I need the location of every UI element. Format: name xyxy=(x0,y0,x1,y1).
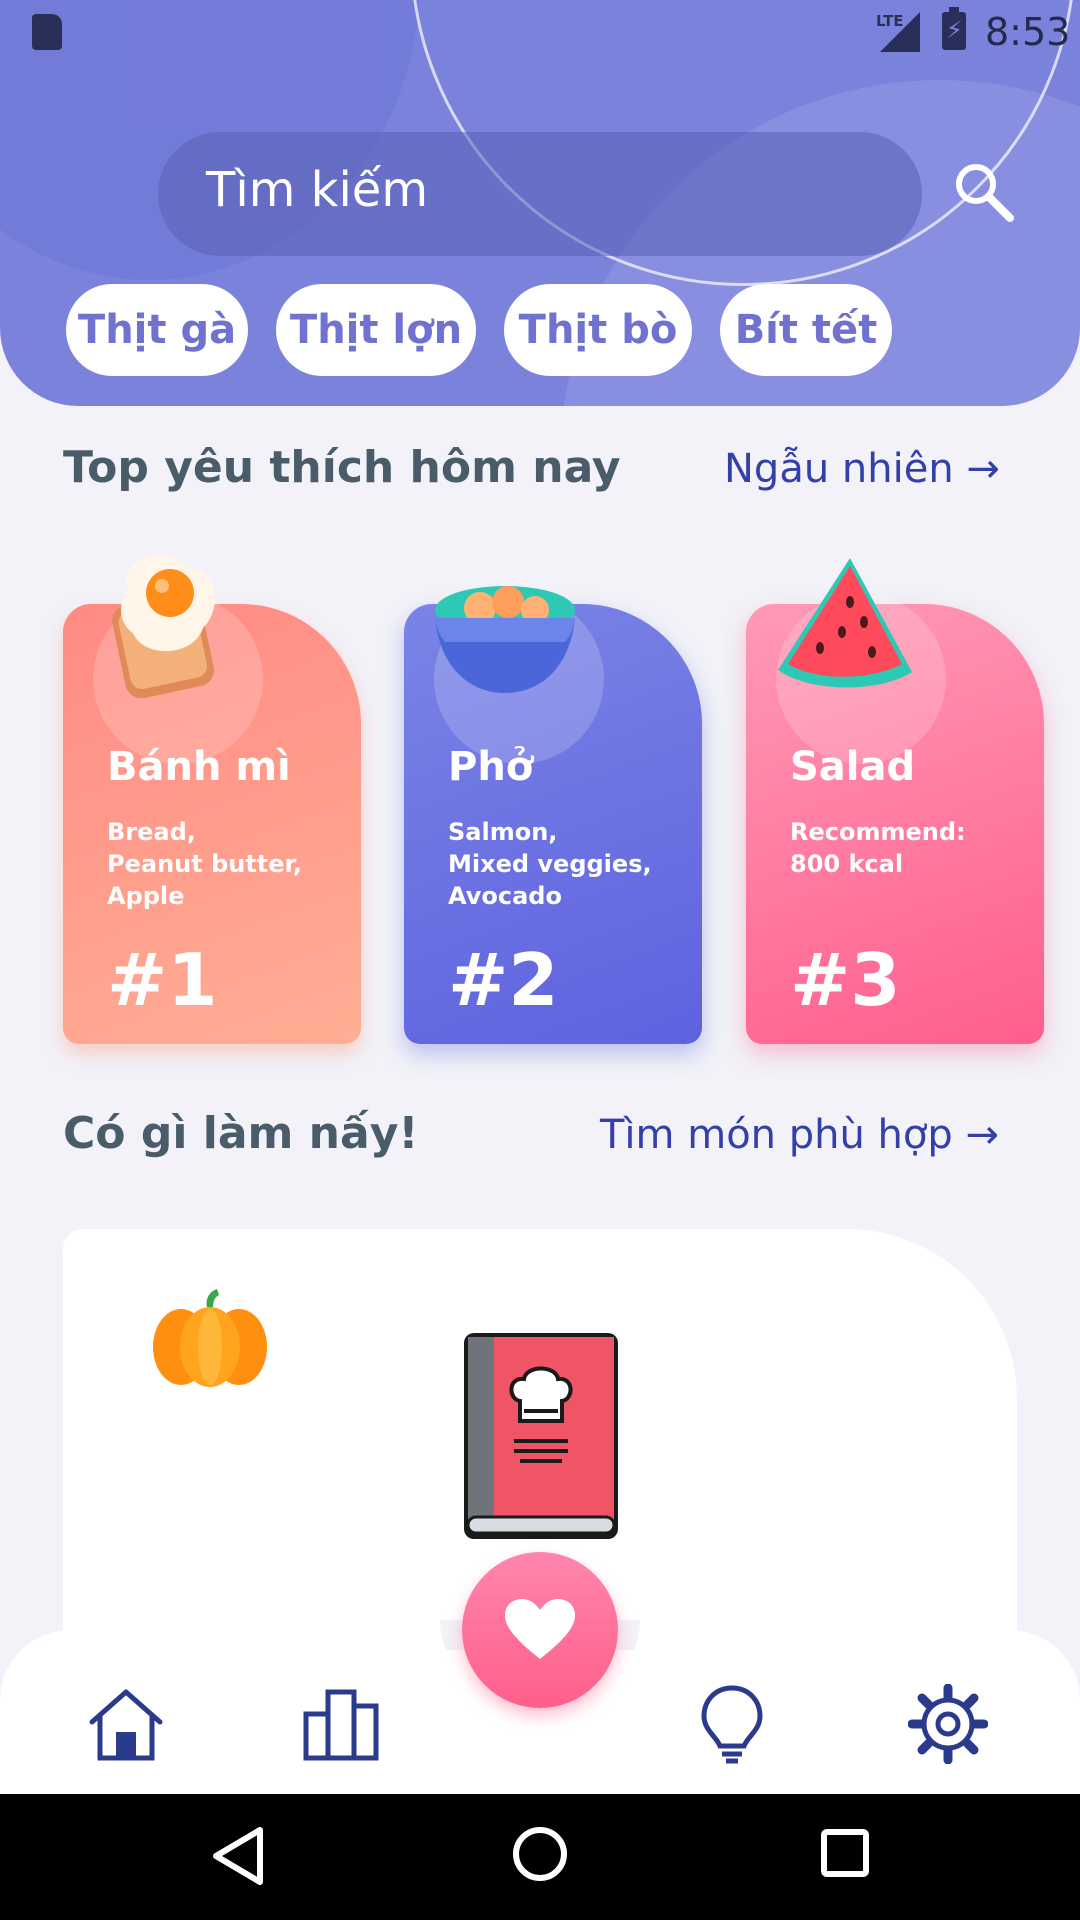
search-input[interactable]: Tìm kiếm xyxy=(158,132,922,256)
status-bar: LTE ⚡ 8:53 xyxy=(0,0,1080,64)
favorites-fab[interactable] xyxy=(462,1552,618,1708)
home-icon[interactable] xyxy=(86,1684,166,1764)
card-desc: Salmon, Mixed veggies, Avocado xyxy=(448,818,652,910)
network-type: LTE xyxy=(876,12,904,30)
back-icon[interactable] xyxy=(208,1824,268,1888)
pumpkin-icon xyxy=(153,1289,267,1387)
system-nav-bar xyxy=(0,1794,1080,1920)
find-dish-link[interactable]: Tìm món phù hợp → xyxy=(600,1112,999,1158)
egg-toast-icon xyxy=(112,555,215,698)
header: LTE ⚡ 8:53 Tìm kiếm Thịt gà Thịt lợn Thị… xyxy=(0,0,1080,406)
heart-icon xyxy=(505,1599,575,1659)
recents-icon[interactable] xyxy=(820,1828,870,1878)
clock: 8:53 xyxy=(985,10,1071,54)
card-title: Phở xyxy=(448,744,534,790)
chip-bit-tet[interactable]: Bít tết xyxy=(720,284,892,376)
nav-left-panel xyxy=(0,1630,450,1794)
settings-icon[interactable] xyxy=(908,1684,988,1764)
section-title-favorites: Top yêu thích hôm nay xyxy=(63,442,621,493)
bulb-icon[interactable] xyxy=(692,1684,772,1764)
watermelon-icon xyxy=(778,558,912,688)
chip-thit-ga[interactable]: Thịt gà xyxy=(66,284,248,376)
section-title-cook: Có gì làm nấy! xyxy=(63,1108,419,1159)
card-title: Bánh mì xyxy=(107,744,291,790)
cookbook-icon xyxy=(464,1333,618,1539)
card-desc: Recommend: 800 kcal xyxy=(790,818,966,878)
home-button-icon[interactable] xyxy=(510,1824,570,1884)
random-link[interactable]: Ngẫu nhiên → xyxy=(724,446,1000,492)
search-placeholder: Tìm kiếm xyxy=(206,162,429,218)
battery-icon: ⚡ xyxy=(942,7,966,50)
card-rank: #3 xyxy=(790,938,901,1022)
sd-card-icon xyxy=(32,14,62,50)
bowl-icon xyxy=(435,586,575,693)
search-icon[interactable] xyxy=(952,160,1016,224)
chip-thit-bo[interactable]: Thịt bò xyxy=(504,284,692,376)
card-desc: Bread, Peanut butter, Apple xyxy=(107,818,302,910)
chip-thit-lon[interactable]: Thịt lợn xyxy=(276,284,476,376)
stats-icon[interactable] xyxy=(302,1684,382,1764)
card-title: Salad xyxy=(790,744,916,790)
card-rank: #2 xyxy=(448,938,559,1022)
card-rank: #1 xyxy=(107,938,218,1022)
